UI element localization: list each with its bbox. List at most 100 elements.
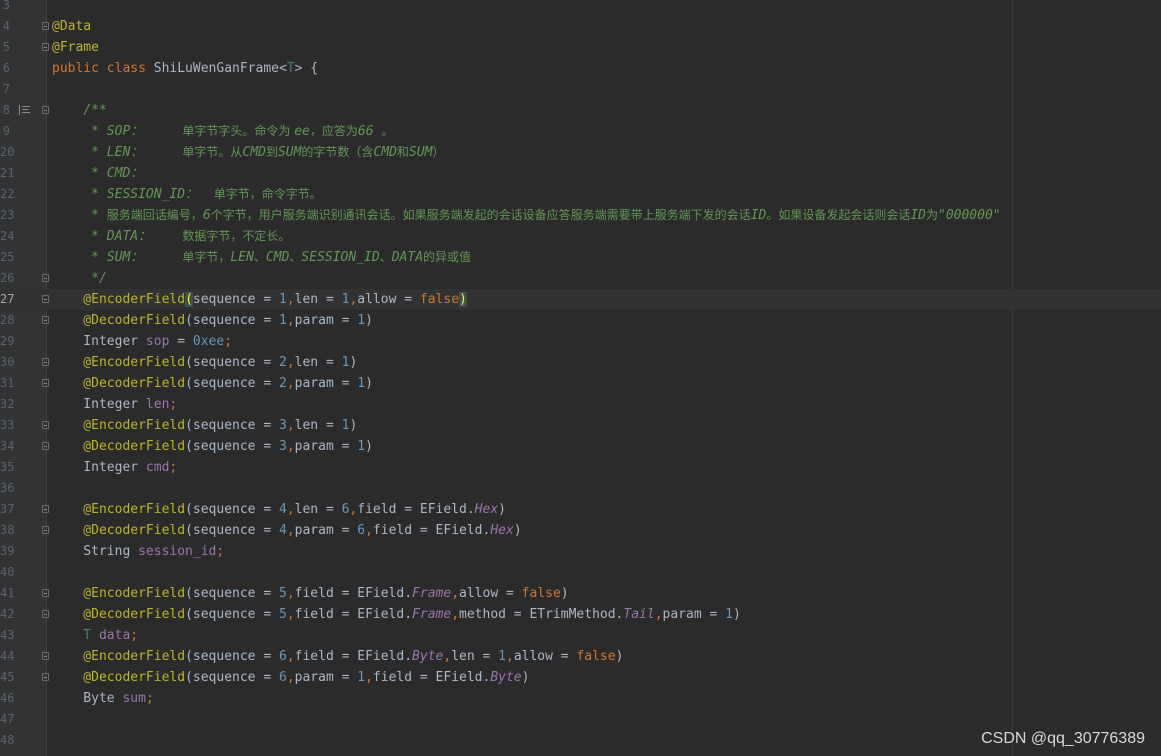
code-text[interactable]: Byte sum; xyxy=(52,688,153,709)
line-number: 41 xyxy=(0,586,15,600)
code-token: Hex xyxy=(490,523,514,538)
code-line[interactable]: 28 @DecoderField(sequence = 1,param = 1) xyxy=(0,310,1161,331)
code-line[interactable]: 8 /** xyxy=(0,100,1161,121)
code-token: 、 xyxy=(253,250,266,264)
fold-toggle-icon[interactable] xyxy=(42,358,49,366)
code-text[interactable]: /** xyxy=(52,100,107,121)
code-text[interactable]: @EncoderField(sequence = 1,len = 1,allow… xyxy=(52,289,467,310)
code-text[interactable]: * SOP： 单字节字头。命令为 ee，应答为66 。 xyxy=(52,121,393,142)
code-token: , xyxy=(505,649,514,664)
code-text[interactable]: @Frame xyxy=(52,37,99,58)
code-line[interactable]: 44 @EncoderField(sequence = 6,field = EF… xyxy=(0,646,1161,667)
code-line[interactable]: 39 String session_id; xyxy=(0,541,1161,562)
code-text[interactable]: @EncoderField(sequence = 2,len = 1) xyxy=(52,352,357,373)
code-token: 和 xyxy=(396,145,409,159)
code-text[interactable]: * 服务端回话编号，6个字节，用户服务端识别通讯会话。如果服务端发起的会话设备应… xyxy=(52,205,1001,226)
code-text[interactable]: * SUM： 单字节，LEN、CMD、SESSION_ID、DATA的异或值 xyxy=(52,247,471,268)
code-text[interactable]: */ xyxy=(52,268,107,289)
code-line[interactable]: 23 * 服务端回话编号，6个字节，用户服务端识别通讯会话。如果服务端发起的会话… xyxy=(0,205,1161,226)
code-line[interactable]: 5 @Frame xyxy=(0,37,1161,58)
code-line[interactable]: 40 xyxy=(0,562,1161,583)
code-line[interactable]: 38 @DecoderField(sequence = 4,param = 6,… xyxy=(0,520,1161,541)
code-token: 为 xyxy=(925,208,938,222)
fold-toggle-icon[interactable] xyxy=(42,652,49,660)
fold-toggle-icon[interactable] xyxy=(42,274,49,282)
code-text[interactable]: @DecoderField(sequence = 3,param = 1) xyxy=(52,436,373,457)
fold-toggle-icon[interactable] xyxy=(42,295,49,303)
code-text[interactable]: @EncoderField(sequence = 6,field = EFiel… xyxy=(52,646,623,667)
code-token: ID xyxy=(750,208,767,223)
code-line[interactable]: 42 @DecoderField(sequence = 5,field = EF… xyxy=(0,604,1161,625)
fold-toggle-icon[interactable] xyxy=(42,442,49,450)
code-text[interactable]: @EncoderField(sequence = 4,len = 6,field… xyxy=(52,499,506,520)
code-line[interactable]: 22 * SESSION_ID： 单字节，命令字节。 xyxy=(0,184,1161,205)
code-line[interactable]: 9 * SOP： 单字节字头。命令为 ee，应答为66 。 xyxy=(0,121,1161,142)
code-token: SUM xyxy=(408,145,433,160)
code-line[interactable]: 34 @DecoderField(sequence = 3,param = 1) xyxy=(0,436,1161,457)
code-text[interactable]: @DecoderField(sequence = 1,param = 1) xyxy=(52,310,373,331)
code-line[interactable]: 29 Integer sop = 0xee; xyxy=(0,331,1161,352)
fold-toggle-icon[interactable] xyxy=(42,379,49,387)
code-line[interactable]: 43 T data; xyxy=(0,625,1161,646)
fold-toggle-icon[interactable] xyxy=(42,43,49,51)
code-text[interactable]: @DecoderField(sequence = 2,param = 1) xyxy=(52,373,373,394)
fold-toggle-icon[interactable] xyxy=(42,589,49,597)
fold-toggle-icon[interactable] xyxy=(42,610,49,618)
code-text[interactable]: @EncoderField(sequence = 5,field = EFiel… xyxy=(52,583,568,604)
doc-comment-icon[interactable] xyxy=(19,105,30,115)
code-token: field = EField. xyxy=(294,586,413,601)
code-token: 1 xyxy=(498,649,506,664)
code-token: , xyxy=(365,523,373,538)
code-token: len = xyxy=(294,355,342,370)
fold-toggle-icon[interactable] xyxy=(42,106,49,114)
code-line[interactable]: 20 * LEN： 单字节。从CMD到SUM的字节数（含CMD和SUM） xyxy=(0,142,1161,163)
code-text[interactable]: * DATA： 数据字节，不定长。 xyxy=(52,226,290,247)
code-line[interactable]: 25 * SUM： 单字节，LEN、CMD、SESSION_ID、DATA的异或… xyxy=(0,247,1161,268)
code-text[interactable]: @DecoderField(sequence = 6,param = 1,fie… xyxy=(52,667,529,688)
code-line[interactable]: 21 * CMD： xyxy=(0,163,1161,184)
code-line[interactable]: 30 @EncoderField(sequence = 2,len = 1) xyxy=(0,352,1161,373)
code-line[interactable]: 32 Integer len; xyxy=(0,394,1161,415)
code-text[interactable]: @DecoderField(sequence = 5,field = EFiel… xyxy=(52,604,741,625)
code-text[interactable]: public class ShiLuWenGanFrame<T> { xyxy=(52,58,318,79)
fold-toggle-icon[interactable] xyxy=(42,316,49,324)
code-line[interactable]: 37 @EncoderField(sequence = 4,len = 6,fi… xyxy=(0,499,1161,520)
code-line[interactable]: 41 @EncoderField(sequence = 5,field = EF… xyxy=(0,583,1161,604)
code-line[interactable]: 26 */ xyxy=(0,268,1161,289)
code-token: sum xyxy=(122,691,146,706)
code-text[interactable]: Integer cmd; xyxy=(52,457,177,478)
code-line[interactable]: 4 @Data xyxy=(0,16,1161,37)
code-line[interactable]: 45 @DecoderField(sequence = 6,param = 1,… xyxy=(0,667,1161,688)
fold-toggle-icon[interactable] xyxy=(42,421,49,429)
code-line[interactable]: 3 xyxy=(0,0,1161,16)
code-text[interactable]: * SESSION_ID： 单字节，命令字节。 xyxy=(52,184,322,205)
code-line[interactable]: 27 @EncoderField(sequence = 1,len = 1,al… xyxy=(0,289,1161,310)
fold-toggle-icon[interactable] xyxy=(42,673,49,681)
code-text[interactable]: * LEN： 单字节。从CMD到SUM的字节数（含CMD和SUM） xyxy=(52,142,444,163)
code-text[interactable]: @Data xyxy=(52,16,91,37)
code-text[interactable]: T data; xyxy=(52,625,138,646)
code-line[interactable]: 6 public class ShiLuWenGanFrame<T> { xyxy=(0,58,1161,79)
code-text[interactable]: @EncoderField(sequence = 3,len = 1) xyxy=(52,415,357,436)
code-text[interactable]: Integer sop = 0xee; xyxy=(52,331,232,352)
code-line[interactable]: 36 xyxy=(0,478,1161,499)
fold-toggle-icon[interactable] xyxy=(42,505,49,513)
code-line[interactable]: 7 xyxy=(0,79,1161,100)
code-line[interactable]: 33 @EncoderField(sequence = 3,len = 1) xyxy=(0,415,1161,436)
code-line[interactable]: 31 @DecoderField(sequence = 2,param = 1) xyxy=(0,373,1161,394)
code-line[interactable]: 47 xyxy=(0,709,1161,730)
line-number: 9 xyxy=(2,124,10,138)
code-token: * CMD： xyxy=(52,166,144,181)
code-token: , xyxy=(286,670,295,685)
fold-toggle-icon[interactable] xyxy=(42,22,49,30)
fold-toggle-icon[interactable] xyxy=(42,526,49,534)
line-number: 48 xyxy=(0,733,15,747)
code-line[interactable]: 46 Byte sum; xyxy=(0,688,1161,709)
code-line[interactable]: 35 Integer cmd; xyxy=(0,457,1161,478)
code-text[interactable]: Integer len; xyxy=(52,394,177,415)
code-line[interactable]: 24 * DATA： 数据字节，不定长。 xyxy=(0,226,1161,247)
code-text[interactable]: * CMD： xyxy=(52,163,143,184)
code-token: 个字节，用户服务端识别通讯会话。如果服务端发起的会话设备应答服务端需要带上服务端… xyxy=(210,208,751,222)
code-text[interactable]: String session_id; xyxy=(52,541,224,562)
code-text[interactable]: @DecoderField(sequence = 4,param = 6,fie… xyxy=(52,520,521,541)
